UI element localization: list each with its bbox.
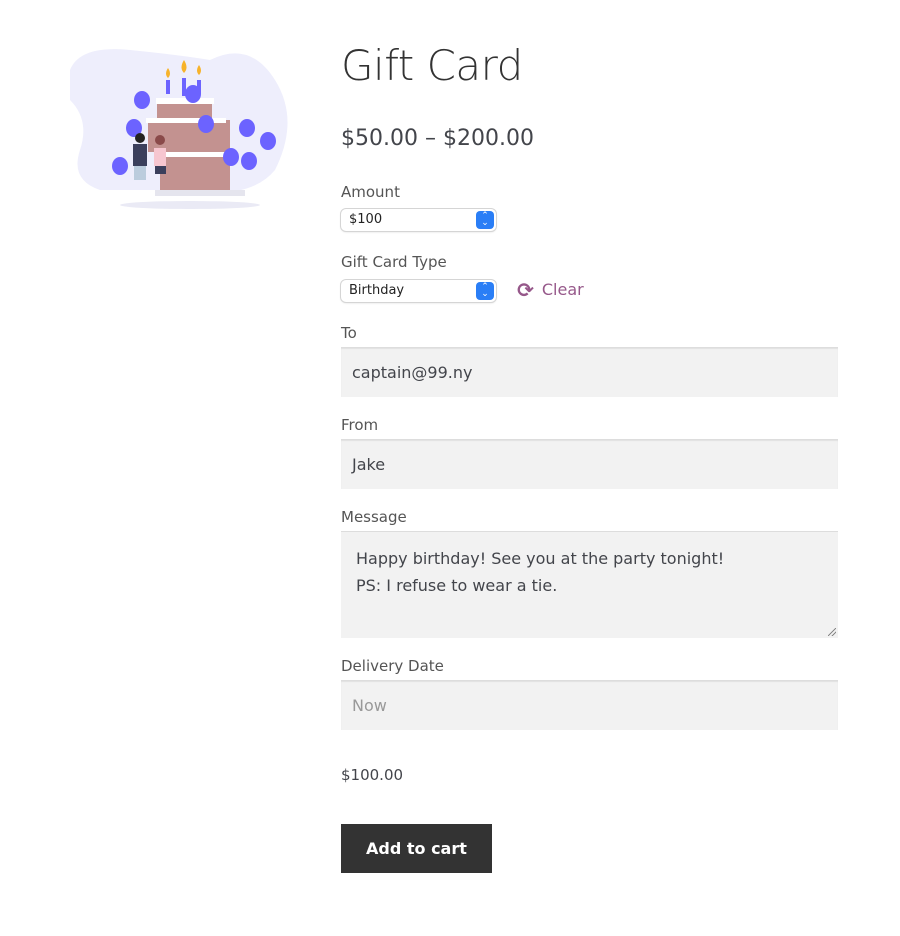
clear-button[interactable]: ⟳ Clear xyxy=(517,278,584,302)
from-input[interactable]: Jake xyxy=(341,438,838,489)
product-summary: Gift Card $50.00 – $200.00 Amount $100 ⌃… xyxy=(341,40,838,873)
to-label: To xyxy=(341,323,357,342)
product-title: Gift Card xyxy=(341,41,523,90)
product-page: Gift Card $50.00 – $200.00 Amount $100 ⌃… xyxy=(0,0,900,936)
amount-select[interactable]: $100 ⌃ ⌄ xyxy=(341,208,496,231)
product-image[interactable] xyxy=(60,40,310,220)
message-line-1: Happy birthday! See you at the party ton… xyxy=(356,548,725,568)
gift-card-type-label: Gift Card Type xyxy=(341,252,447,271)
message-label: Message xyxy=(341,507,407,526)
message-line-2: PS: I refuse to wear a tie. xyxy=(356,575,558,595)
add-to-cart-button[interactable]: Add to cart xyxy=(341,823,492,873)
gift-card-type-value: Birthday xyxy=(349,283,405,298)
price-range: $50.00 – $200.00 xyxy=(341,126,534,151)
total-price: $100.00 xyxy=(341,765,404,784)
resize-handle-icon[interactable] xyxy=(828,627,836,636)
delivery-date-input[interactable]: Now xyxy=(341,679,838,730)
clear-label: Clear xyxy=(541,280,584,299)
chevron-up-down-icon: ⌃ ⌄ xyxy=(476,281,494,300)
delivery-date-label: Delivery Date xyxy=(341,656,444,675)
refresh-icon: ⟳ xyxy=(517,277,534,302)
message-textarea[interactable]: Happy birthday! See you at the party ton… xyxy=(341,530,838,638)
amount-label: Amount xyxy=(341,183,400,201)
gift-card-type-select[interactable]: Birthday ⌃ ⌄ xyxy=(341,279,496,302)
to-input[interactable]: captain@99.ny xyxy=(341,346,838,397)
chevron-up-down-icon: ⌃ ⌄ xyxy=(476,210,494,229)
amount-value: $100 xyxy=(349,212,383,227)
from-label: From xyxy=(341,415,379,434)
